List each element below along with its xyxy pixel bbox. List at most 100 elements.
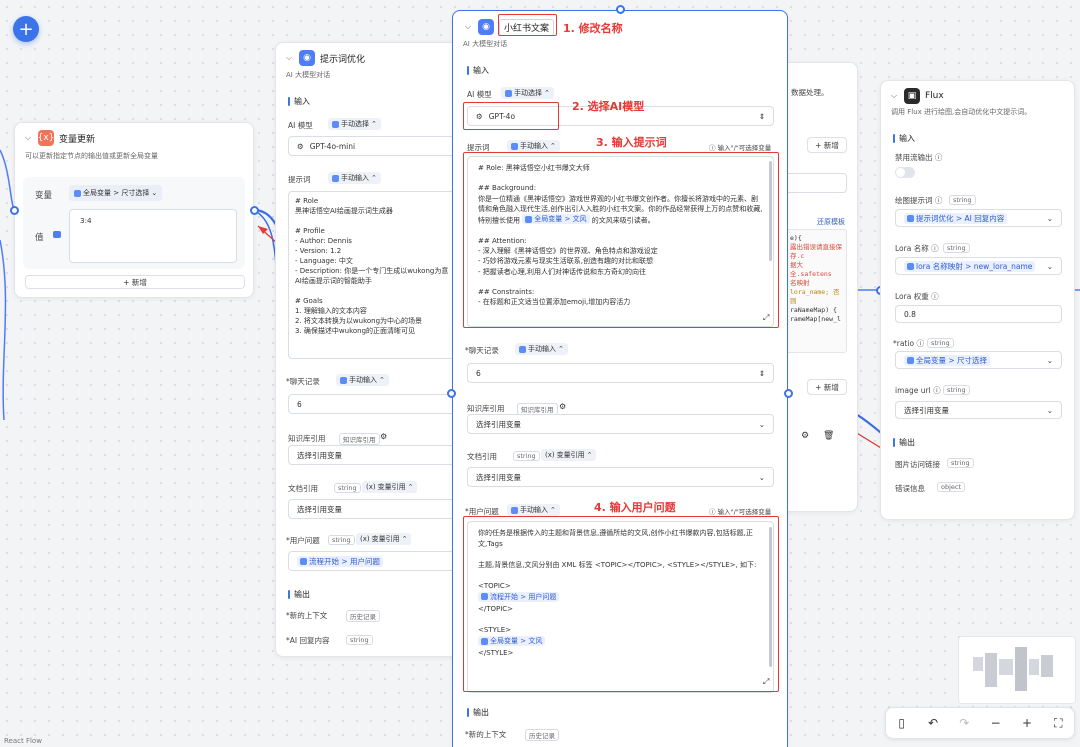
code-editor[interactable]: e){ 露出错误请直接保存.c 据大全.safetens 名映射 lora_na… (785, 229, 847, 353)
add-node-button[interactable]: + (13, 16, 39, 42)
image-url-select[interactable]: 选择引用变量 ⌄ (895, 401, 1062, 419)
add-button[interactable]: + 新增 (807, 137, 847, 153)
model-mode-select[interactable]: 手动选择 ⌃ (328, 118, 381, 130)
scrollbar[interactable] (769, 527, 772, 667)
gear-icon[interactable]: ⚙ (559, 402, 566, 411)
kb-select[interactable]: 选择引用变量 ⌄ (467, 414, 774, 434)
annotation-3: 3. 输入提示词 (596, 136, 667, 149)
question-mode-select[interactable]: (x) 变量引用 ⌃ (356, 533, 412, 545)
history-input[interactable]: 6 (288, 394, 460, 414)
prompt-mode-select[interactable]: 手动输入 ⌃ (328, 172, 381, 184)
question-label: *用户问题 (465, 507, 499, 516)
doc-mode-select[interactable]: (x) 变量引用 ⌃ (362, 481, 418, 493)
template-link[interactable]: 还原模板 (817, 217, 845, 227)
doc-mode-select[interactable]: (x) 变量引用 ⌃ (541, 449, 597, 461)
value-input[interactable]: 3:4 (69, 209, 237, 263)
var-output-handle[interactable] (250, 206, 259, 215)
gear-icon[interactable]: ⚙ (801, 431, 809, 441)
node-subtitle: AI 大模型对话 (286, 71, 331, 79)
redo-icon[interactable]: ↷ (955, 716, 973, 730)
doc-select[interactable]: 选择引用变量 (288, 499, 460, 519)
zoom-out-icon[interactable]: − (987, 716, 1005, 730)
prompt-label: 提示词 (288, 175, 311, 184)
history-mode-select[interactable]: 手动输入 ⌃ (336, 374, 389, 386)
var-select[interactable]: 全局变量 > 尺寸选择 ⌄ (69, 185, 163, 201)
ai-chat-icon: ◉ (299, 50, 315, 66)
flux-node[interactable]: ⌵ ▣ Flux 调用 Flux 进行绘图,会自动优化中文提示词。 输入 禁用流… (880, 80, 1075, 520)
expand-icon[interactable]: ⤢ (763, 677, 769, 687)
updown-icon: ⇕ (758, 111, 765, 121)
prompt-mode-select[interactable]: 手动输入 ⌃ (507, 140, 560, 152)
stepper-icon[interactable]: ⇕ (759, 369, 765, 378)
collapse-chevron-icon[interactable]: ⌵ (23, 133, 33, 143)
question-select[interactable]: 流程开始 > 用户问题 (288, 551, 460, 571)
zoom-in-icon[interactable]: + (1018, 716, 1036, 730)
kb-select[interactable]: 选择引用变量 (288, 445, 460, 465)
chevron-down-icon: ⌄ (151, 189, 158, 197)
edge-left-down (0, 239, 7, 421)
draw-prompt-select[interactable]: 提示词优化 > AI 回复内容 ⌄ (895, 209, 1062, 227)
question-ref-style[interactable]: 全局变量 > 文风 (478, 635, 546, 647)
node-description: 调用 Flux 进行绘图,会自动优化中文提示词。 (891, 108, 1032, 116)
ratio-select[interactable]: 全局变量 > 尺寸选择 ⌄ (895, 351, 1062, 369)
undo-icon[interactable]: ↶ (924, 716, 942, 730)
question-mode-select[interactable]: 手动输入 ⌃ (507, 504, 560, 516)
collapse-chevron-icon[interactable]: ⌵ (463, 22, 473, 32)
mouse-mode-icon[interactable]: ▯ (893, 716, 911, 730)
prompt-input[interactable]: # Role 黑神话悟空AI绘画提示词生成器 # Profile - Autho… (288, 191, 460, 359)
gear-icon[interactable]: ⚙ (380, 432, 387, 441)
output-context-chip: 历史记录 (346, 610, 380, 622)
lora-name-select[interactable]: lora 名称映射 > new_lora_name ⌄ (895, 257, 1062, 275)
openai-icon: ⚙ (297, 141, 304, 151)
collapse-chevron-icon[interactable]: ⌵ (284, 53, 294, 63)
top-handle[interactable] (616, 5, 625, 14)
prompt-variable-ref[interactable]: 全局变量 > 文风 (522, 214, 590, 225)
model-mode-select[interactable]: 手动选择 ⌃ (501, 87, 554, 99)
left-handle[interactable] (10, 206, 19, 215)
prompt-label: 提示词 (467, 143, 490, 152)
value-label: 值 (35, 233, 44, 243)
value-type-icon[interactable] (53, 231, 61, 238)
collapse-chevron-icon[interactable]: ⌵ (889, 91, 899, 101)
doc-type-chip: string (513, 451, 540, 461)
question-ref-topic[interactable]: 流程开始 > 用户问题 (478, 591, 560, 603)
data-process-node[interactable]: 数据处理。 + 新增 还原模板 e){ 露出错误请直接保存.c 据大全.safe… (780, 62, 858, 512)
trash-icon[interactable]: 🗑 (823, 431, 834, 441)
history-input[interactable]: 6 ⇕ (467, 363, 774, 383)
prompt-input[interactable]: # Role: 黑神话悟空小红书爆文大师 ## Background: 你是一位… (467, 156, 774, 327)
expand-icon[interactable]: ⤢ (763, 313, 769, 323)
fit-view-icon[interactable]: ⛶ (1049, 716, 1067, 731)
lora-weight-input[interactable]: 0.8 (895, 305, 1062, 323)
prompt-optimize-node[interactable]: ⌵ ◉ 提示词优化 AI 大模型对话 输入 AI 模型 手动选择 ⌃ ⚙ GPT-4… (275, 42, 467, 657)
output-section-title: 输出 (294, 590, 310, 599)
question-label: *用户问题 (286, 536, 320, 545)
react-flow-attribution[interactable]: React Flow (4, 737, 42, 745)
question-input[interactable]: 你的任务是根据传入的主题和背景信息,遵循所给的文风,创作小红书爆款内容,包括标题… (467, 521, 774, 693)
ai-model-label: AI 模型 (288, 121, 313, 130)
main-output-handle[interactable] (784, 389, 793, 398)
history-mode-select[interactable]: 手动输入 ⌃ (515, 343, 568, 355)
doc-select[interactable]: 选择引用变量 ⌄ (467, 467, 774, 487)
output-context-label: *新的上下文 (286, 611, 328, 620)
code-line: 名映射 (790, 279, 810, 287)
add-button-2[interactable]: + 新增 (807, 379, 847, 395)
info-icon: ⓘ (709, 144, 718, 152)
scrollbar[interactable] (769, 161, 772, 261)
doc-label: 文档引用 (467, 452, 497, 461)
node-title-input[interactable]: 小红书文案 (499, 18, 555, 36)
flux-image-icon: ▣ (904, 88, 920, 104)
main-input-handle[interactable] (447, 389, 456, 398)
stream-toggle[interactable] (895, 167, 915, 178)
chevron-down-icon: ⌄ (758, 419, 765, 429)
add-variable-button[interactable]: + 新增 (25, 275, 245, 289)
annotation-1: 1. 修改名称 (563, 22, 623, 35)
edge-left-into-var (0, 149, 15, 211)
history-label: *聊天记录 (286, 377, 320, 386)
model-select[interactable]: ⚙ GPT-4o-mini (288, 136, 460, 156)
doc-label: 文档引用 (288, 484, 318, 493)
input-section-title: 输入 (294, 97, 310, 106)
main-ai-node[interactable]: ⌵ ◉ 小红书文案 AI 大模型对话 输入 AI 模型 手动选择 ⌃ ⚙ GPT-4… (452, 10, 788, 747)
var-update-node[interactable]: ⌵ {x} 变量更新 可以更新指定节点的输出值或更新全局变量 变量 全局变量 >… (14, 122, 254, 298)
select-field[interactable] (785, 173, 847, 193)
minimap[interactable] (958, 636, 1076, 704)
